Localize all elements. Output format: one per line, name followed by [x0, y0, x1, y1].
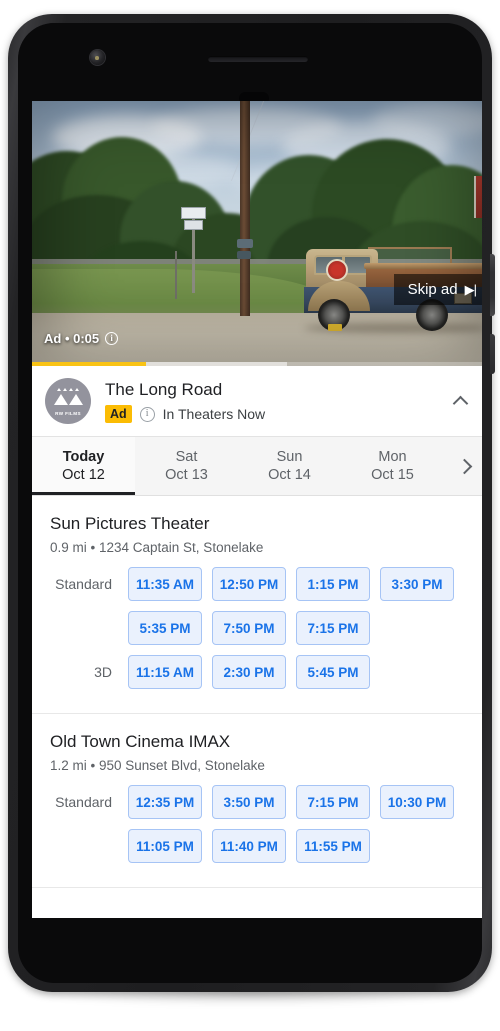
- date-tab-day: Mon: [378, 449, 407, 465]
- showtime-button[interactable]: 1:15 PM: [296, 567, 370, 601]
- wheel-chock: [328, 324, 342, 331]
- showtime-button[interactable]: 10:30 PM: [380, 785, 454, 819]
- volume-button[interactable]: [490, 334, 495, 374]
- pole-insulator: [237, 239, 253, 248]
- video-progress-fill: [32, 362, 146, 366]
- video-ad-frame-image: [32, 101, 482, 366]
- logo-dots-icon: [45, 388, 91, 391]
- date-tab-date: Oct 15: [371, 467, 414, 483]
- showtime-button[interactable]: 11:35 AM: [128, 567, 202, 601]
- date-tab-date: Oct 13: [165, 467, 208, 483]
- showtime-format-row: Standard 11:35 AM 12:50 PM 1:15 PM 3:30 PM 5:…: [50, 567, 470, 645]
- ad-status-overlay: Ad • 0:05 i: [44, 331, 119, 346]
- power-button[interactable]: [490, 254, 495, 316]
- street-sign: [181, 207, 206, 219]
- ad-subline: Ad i In Theaters Now: [105, 404, 432, 424]
- format-label: Standard: [55, 576, 112, 592]
- info-icon[interactable]: i: [139, 406, 155, 422]
- showtime-button[interactable]: 7:15 PM: [296, 611, 370, 645]
- date-tab-oct-13[interactable]: Sat Oct 13: [135, 437, 238, 495]
- showtime-button[interactable]: 2:30 PM: [212, 655, 286, 689]
- showtime-button[interactable]: 11:15 AM: [128, 655, 202, 689]
- showtime-group: 11:15 AM 2:30 PM 5:45 PM: [128, 655, 470, 689]
- date-tab-date: Oct 12: [62, 467, 105, 483]
- theater-card: Old Town Cinema IMAX 1.2 mi • 950 Sunset …: [32, 714, 482, 888]
- showtime-button[interactable]: 5:45 PM: [296, 655, 370, 689]
- showtime-format-row: Standard 12:35 PM 3:50 PM 7:15 PM 10:30 PM 11…: [50, 785, 470, 863]
- showtime-button[interactable]: 12:35 PM: [128, 785, 202, 819]
- logo-brand-text: RW FILMS: [55, 411, 81, 416]
- showtime-button[interactable]: 5:35 PM: [128, 611, 202, 645]
- ad-tagline: In Theaters Now: [162, 406, 266, 422]
- showtime-button[interactable]: 3:30 PM: [380, 567, 454, 601]
- showtime-group: 12:35 PM 3:50 PM 7:15 PM 10:30 PM 11:05 PM 11…: [128, 785, 470, 863]
- video-progress-bar[interactable]: [32, 362, 482, 366]
- theater-card: Sun Pictures Theater 0.9 mi • 1234 Captai…: [32, 496, 482, 714]
- video-ad-player[interactable]: Skip ad ▶| Ad • 0:05 i: [32, 101, 482, 366]
- date-tab-oct-14[interactable]: Sun Oct 14: [238, 437, 341, 495]
- ad-badge: Ad: [105, 404, 132, 424]
- phone-device-frame: Skip ad ▶| Ad • 0:05 i RW FILMS The Long…: [8, 14, 495, 992]
- app-screen: Skip ad ▶| Ad • 0:05 i RW FILMS The Long…: [32, 101, 482, 918]
- chevron-up-icon: [452, 395, 468, 411]
- advertiser-text-block: The Long Road Ad i In Theaters Now: [105, 379, 432, 424]
- format-label: Standard: [55, 794, 112, 810]
- showtime-button[interactable]: 7:15 PM: [296, 785, 370, 819]
- showtime-button[interactable]: 11:55 PM: [296, 829, 370, 863]
- earpiece-speaker-icon: [208, 56, 308, 62]
- date-tab-date: Oct 14: [268, 467, 311, 483]
- showtime-button[interactable]: 7:50 PM: [212, 611, 286, 645]
- ad-countdown-label: Ad • 0:05: [44, 331, 100, 346]
- info-icon[interactable]: i: [105, 332, 119, 345]
- chevron-right-icon: [456, 458, 472, 474]
- showtime-button[interactable]: 11:40 PM: [212, 829, 286, 863]
- showtime-button[interactable]: 12:50 PM: [212, 567, 286, 601]
- date-tab-day: Sat: [175, 449, 198, 465]
- date-tab-bar[interactable]: Today Oct 12 Sat Oct 13 Sun Oct 14 Mon Oct 15: [32, 436, 482, 496]
- theater-address: 0.9 mi • 1234 Captain St, Stonelake: [50, 540, 264, 555]
- format-label: 3D: [94, 664, 112, 680]
- skip-ad-button[interactable]: Skip ad ▶|: [393, 274, 482, 305]
- advertiser-logo[interactable]: RW FILMS: [45, 378, 91, 424]
- showtime-button[interactable]: 11:05 PM: [128, 829, 202, 863]
- showtime-format-row: 3D 11:15 AM 2:30 PM 5:45 PM: [50, 655, 470, 689]
- date-tab-day: Today: [62, 449, 105, 465]
- skip-forward-icon: ▶|: [464, 281, 477, 297]
- mountain-icon: [45, 394, 91, 405]
- date-tab-oct-12[interactable]: Today Oct 12: [32, 437, 135, 495]
- front-camera-icon: [90, 50, 105, 65]
- utility-pole: [240, 101, 250, 316]
- date-tab-day: Sun: [276, 449, 303, 465]
- pole-insulator: [237, 251, 251, 259]
- showtime-group: 11:35 AM 12:50 PM 1:15 PM 3:30 PM 5:35 PM 7:5…: [128, 567, 470, 645]
- street-sign: [184, 220, 203, 230]
- next-dates-button[interactable]: [444, 437, 482, 495]
- theater-list: Sun Pictures Theater 0.9 mi • 1234 Captai…: [32, 496, 482, 888]
- skip-ad-label: Skip ad: [407, 281, 458, 298]
- date-tab-oct-15[interactable]: Mon Oct 15: [341, 437, 444, 495]
- collapse-ad-button[interactable]: [446, 394, 474, 411]
- showtime-button[interactable]: 3:50 PM: [212, 785, 286, 819]
- phone-inner-bezel: Skip ad ▶| Ad • 0:05 i RW FILMS The Long…: [18, 23, 482, 983]
- roadside-red-sign: [474, 176, 482, 218]
- theater-address: 1.2 mi • 950 Sunset Blvd, Stonelake: [50, 758, 265, 773]
- thin-post: [175, 251, 177, 299]
- theater-name[interactable]: Old Town Cinema IMAX: [50, 732, 470, 752]
- theater-name[interactable]: Sun Pictures Theater: [50, 514, 470, 534]
- ad-title: The Long Road: [105, 379, 223, 399]
- advertiser-header[interactable]: RW FILMS The Long Road Ad i In Theaters …: [32, 366, 482, 436]
